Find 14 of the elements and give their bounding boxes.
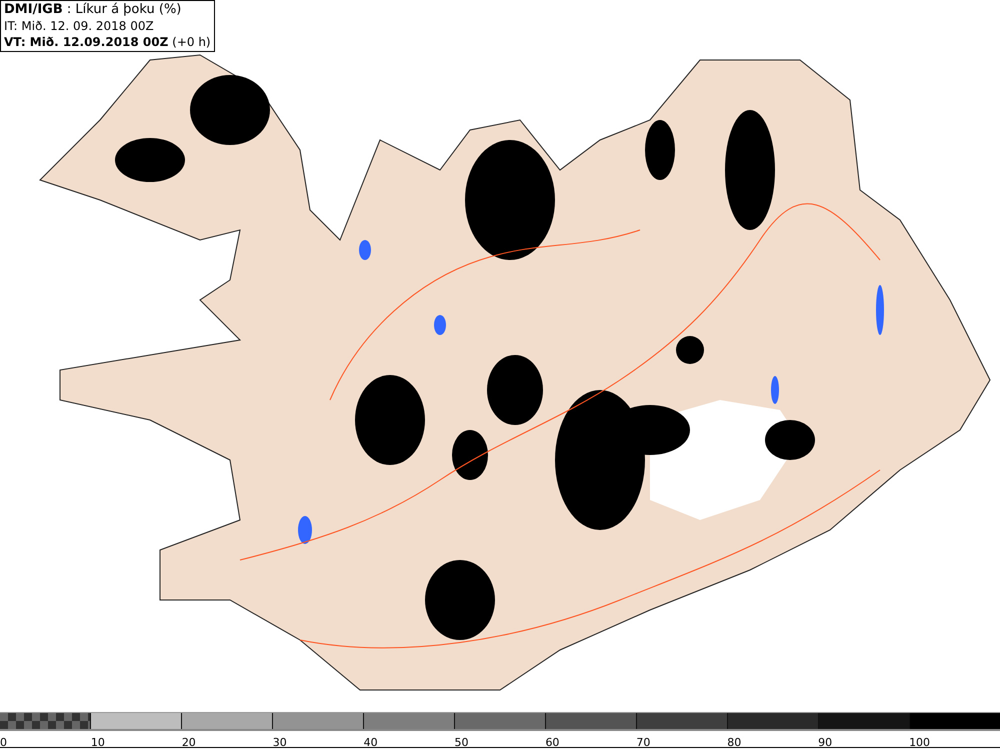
legend-label: 100 [909, 736, 930, 749]
legend-label: 0 [0, 736, 7, 749]
legend-label: 20 [182, 736, 196, 749]
legend-label: 50 [454, 736, 469, 749]
header-text: DMI/IGB : Líkur á þoku (%) [4, 2, 182, 18]
legend-label: 90 [818, 736, 832, 749]
header-text: VT: Mið. 12.09.2018 00Z (+0 h) [4, 34, 211, 50]
legend-label: 70 [636, 736, 650, 749]
legend-label: 80 [727, 736, 742, 749]
header-text: IT: Mið. 12. 09. 2018 00Z [4, 18, 155, 34]
legend-label: 30 [272, 736, 287, 749]
legend-label: 10 [90, 736, 105, 749]
legend-label: 60 [545, 736, 560, 749]
legend-label: 40 [364, 736, 378, 749]
